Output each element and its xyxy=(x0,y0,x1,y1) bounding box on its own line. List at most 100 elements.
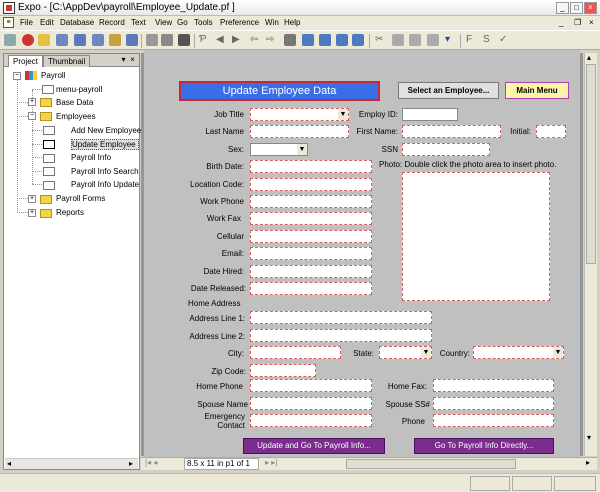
forward-icon[interactable]: ⇨ xyxy=(266,34,274,46)
tree-reports[interactable]: Reports xyxy=(56,208,84,217)
select-employee-button[interactable]: Select an Employee... xyxy=(398,82,499,99)
date-hired-field[interactable] xyxy=(250,265,372,278)
copy-icon[interactable] xyxy=(392,34,404,46)
new-icon[interactable] xyxy=(56,34,68,46)
main-menu-button[interactable]: Main Menu xyxy=(505,82,569,99)
tree-add-new-employee[interactable]: Add New Employee xyxy=(71,126,141,135)
panel-close-icon[interactable]: × xyxy=(128,55,137,65)
tree-base-data[interactable]: Base Data xyxy=(56,98,93,107)
panel-menu-icon[interactable]: ▾ xyxy=(119,55,128,65)
menu-text[interactable]: Text xyxy=(131,18,146,27)
format-icon[interactable] xyxy=(427,34,439,46)
panel-horizontal-scrollbar[interactable]: ◂ ▸ xyxy=(5,458,138,469)
first-name-field[interactable] xyxy=(402,125,501,138)
spell-icon[interactable]: S xyxy=(483,34,490,46)
emergency-contact-field[interactable] xyxy=(250,414,372,427)
menu-record[interactable]: Record xyxy=(99,18,125,27)
ssn-field[interactable] xyxy=(402,143,490,156)
close-button[interactable]: × xyxy=(584,2,597,14)
menu-file[interactable]: File xyxy=(20,18,33,27)
open-folder-icon[interactable] xyxy=(38,34,50,46)
tab-thumbnail[interactable]: Thumbnail xyxy=(43,55,91,67)
doc-minimize-button[interactable]: _ xyxy=(559,18,563,27)
calendar-icon[interactable] xyxy=(161,34,173,46)
doc-restore-button[interactable]: ❐ xyxy=(574,18,581,27)
home-phone-field[interactable] xyxy=(250,379,372,392)
flag-icon[interactable]: F xyxy=(466,34,472,46)
job-title-select[interactable]: ▼ xyxy=(250,108,349,121)
country-select[interactable]: ▼ xyxy=(473,346,564,359)
menu-database[interactable]: Database xyxy=(60,18,94,27)
image-icon[interactable] xyxy=(146,34,158,46)
camera-icon[interactable] xyxy=(178,34,190,46)
zip-code-field[interactable] xyxy=(250,364,316,377)
tree-menu-payroll[interactable]: menu-payroll xyxy=(56,85,102,94)
menu-win[interactable]: Win xyxy=(265,18,279,27)
menu-preference[interactable]: Preference xyxy=(220,18,259,27)
expand-base-data-icon[interactable]: + xyxy=(28,98,36,106)
maximize-button[interactable]: □ xyxy=(570,2,583,14)
initial-field[interactable] xyxy=(536,125,566,138)
minimize-button[interactable]: _ xyxy=(556,2,569,14)
print-preview-icon[interactable] xyxy=(284,34,296,46)
photo-area[interactable] xyxy=(402,172,550,301)
collapse-payroll-icon[interactable]: − xyxy=(13,72,21,80)
vertical-scrollbar[interactable]: ▴ ▾ xyxy=(584,53,597,456)
import-icon[interactable] xyxy=(319,34,331,46)
work-fax-field[interactable] xyxy=(250,212,372,225)
menu-help[interactable]: Help xyxy=(284,18,300,27)
edit-record-icon[interactable] xyxy=(74,34,86,46)
doc-close-button[interactable]: × xyxy=(589,18,594,27)
refresh-icon[interactable] xyxy=(302,34,314,46)
cellular-field[interactable] xyxy=(250,230,372,243)
tree-payroll-info-update[interactable]: Payroll Info Update xyxy=(71,180,139,189)
tree-payroll-info[interactable]: Payroll Info xyxy=(71,153,111,162)
tree-employees[interactable]: Employees xyxy=(56,112,96,121)
menu-tools[interactable]: Tools xyxy=(194,18,213,27)
prev-record-icon[interactable]: ◀ xyxy=(216,34,224,46)
location-code-field[interactable] xyxy=(250,178,372,191)
home-fax-field[interactable] xyxy=(433,379,554,392)
tab-project[interactable]: Project xyxy=(8,55,43,67)
tool-icon[interactable] xyxy=(4,34,16,46)
tree-payroll-info-search[interactable]: Payroll Info Search xyxy=(71,167,139,176)
menu-edit[interactable]: Edit xyxy=(40,18,54,27)
menu-go[interactable]: Go xyxy=(177,18,188,27)
print-icon[interactable] xyxy=(92,34,104,46)
spouse-name-field[interactable] xyxy=(250,397,372,410)
state-select[interactable]: ▼ xyxy=(379,346,432,359)
horizontal-scroll-thumb[interactable] xyxy=(346,459,516,469)
birth-date-field[interactable] xyxy=(250,160,372,173)
expand-payroll-forms-icon[interactable]: + xyxy=(28,195,36,203)
address-line-1-field[interactable] xyxy=(250,311,432,324)
dropdown-arrow-icon[interactable]: ▾ xyxy=(445,34,450,46)
work-phone-field[interactable] xyxy=(250,195,372,208)
employ-id-field[interactable] xyxy=(402,108,458,121)
emergency-phone-field[interactable] xyxy=(433,414,554,427)
expand-reports-icon[interactable]: + xyxy=(28,209,36,217)
sex-select[interactable]: ▼ xyxy=(250,143,308,156)
date-released-field[interactable] xyxy=(250,282,372,295)
spouse-ss-field[interactable] xyxy=(433,397,554,410)
email-field[interactable] xyxy=(250,247,372,260)
go-to-payroll-button[interactable]: Go To Payroll Info Directly... xyxy=(414,438,554,454)
update-and-go-button[interactable]: Update and Go To Payroll Info... xyxy=(243,438,385,454)
filter-icon[interactable] xyxy=(126,34,138,46)
menu-view[interactable]: View xyxy=(155,18,172,27)
back-icon[interactable]: ⇦ xyxy=(250,34,258,46)
tree-payroll-forms[interactable]: Payroll Forms xyxy=(56,194,105,203)
tree-update-employee-data[interactable]: Update Employee Data xyxy=(71,139,139,150)
collapse-employees-icon[interactable]: − xyxy=(28,112,36,120)
address-line-2-field[interactable] xyxy=(250,329,432,342)
sort-icon[interactable] xyxy=(109,34,121,46)
city-field[interactable] xyxy=(250,346,341,359)
next-record-icon[interactable]: ▶ xyxy=(232,34,240,46)
horizontal-scrollbar[interactable]: |◂ ◂ 8.5 x 11 in p1 of 1 ▸ ▸| ▸ xyxy=(141,457,597,470)
tree-payroll[interactable]: Payroll xyxy=(41,71,65,80)
check-icon[interactable]: ✓ xyxy=(499,34,507,46)
paste-icon[interactable] xyxy=(409,34,421,46)
vertical-scroll-thumb[interactable] xyxy=(586,64,596,264)
last-name-field[interactable] xyxy=(250,125,349,138)
paragraph-icon[interactable]: Ƥ xyxy=(199,34,207,46)
cut-icon[interactable]: ✂ xyxy=(375,34,383,46)
